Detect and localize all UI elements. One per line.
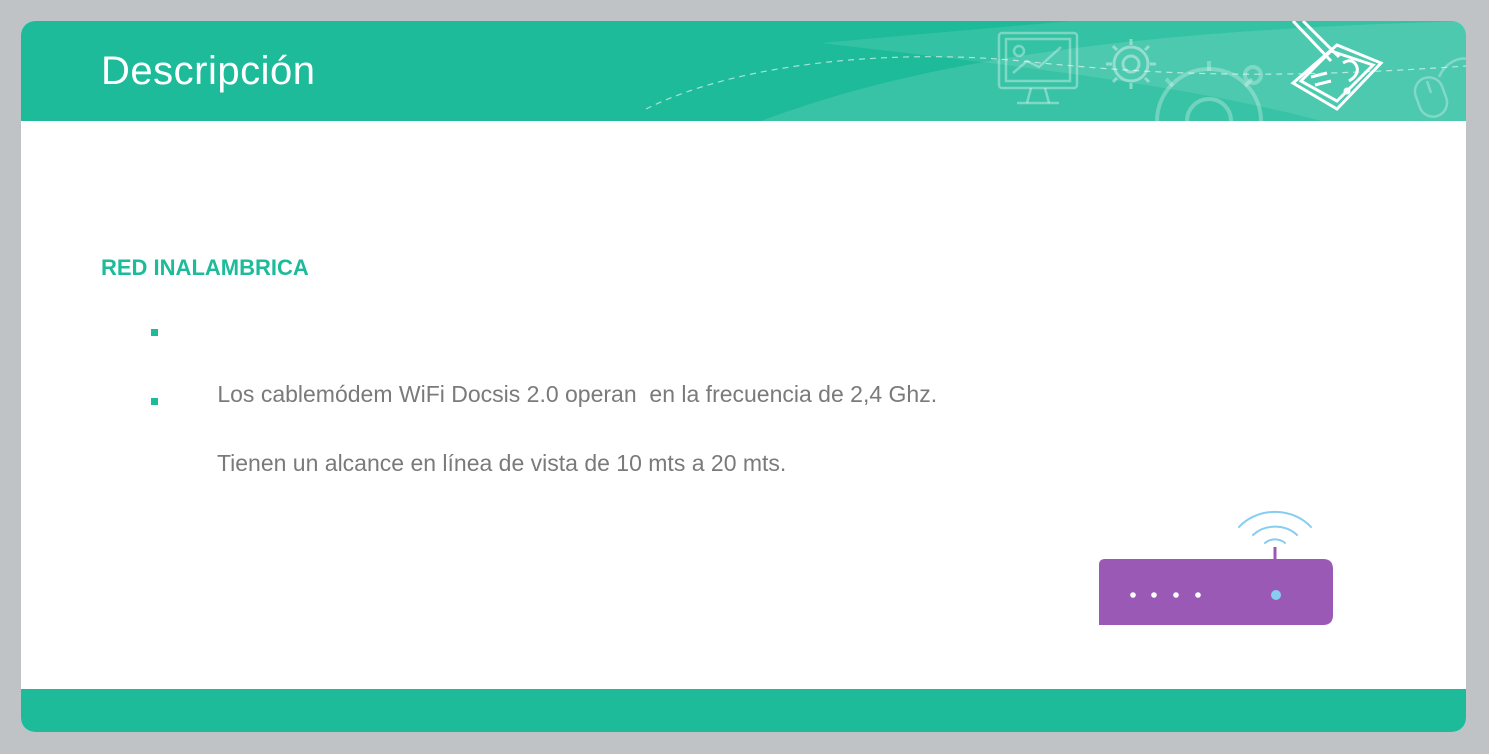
list-item-text: Tienen un alcance en línea de vista de 1… — [216, 450, 787, 476]
list-item: Los cablemódem WiFi Docsis 2.0 operan en… — [149, 319, 937, 407]
bullet-square-icon — [151, 329, 158, 336]
page-title: Descripción — [101, 49, 316, 93]
header-banner: Descripción — [21, 21, 1466, 121]
indicator-light — [1195, 592, 1201, 598]
indicator-light — [1151, 592, 1157, 598]
indicator-light — [1173, 592, 1179, 598]
power-light — [1271, 590, 1281, 600]
bullet-square-icon — [151, 398, 158, 405]
wifi-signal-icon — [1238, 510, 1312, 544]
slide: Descripción RED INALAMBRICA Los cablemód… — [21, 21, 1466, 732]
router-body — [1099, 559, 1333, 625]
wifi-router-icon — [1099, 510, 1333, 625]
section-heading: RED INALAMBRICA — [101, 255, 309, 280]
indicator-light — [1130, 592, 1136, 598]
list-item: Tienen un alcance en línea de vista de 1… — [149, 388, 937, 476]
bullet-list: Los cablemódem WiFi Docsis 2.0 operan en… — [149, 319, 937, 476]
footer-bar — [21, 689, 1466, 732]
